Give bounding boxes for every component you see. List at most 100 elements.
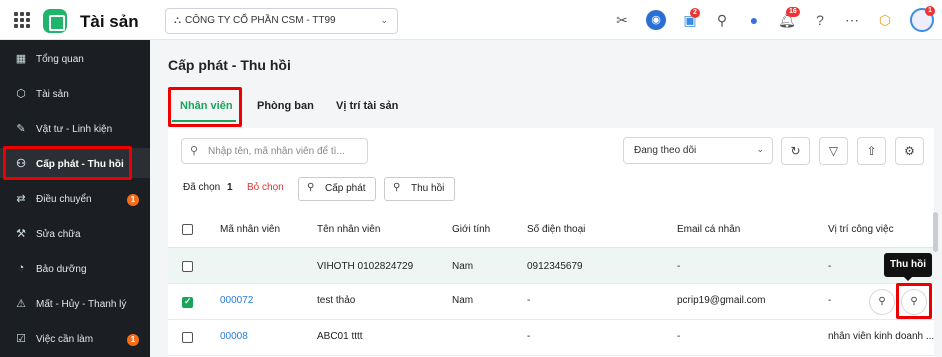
row-checkbox[interactable] (182, 332, 193, 343)
org-icon: ⛬ (174, 15, 181, 26)
sidebar-item-assets[interactable]: ⬡ Tài sản (0, 78, 150, 108)
search-placeholder: Nhập tên, mã nhân viên để tì... (208, 146, 345, 157)
sidebar-item-label: Mất - Hủy - Thanh lý (36, 299, 127, 310)
table-row[interactable]: VIHOTH 0102824729 Nam 0912345679 - - (168, 248, 934, 284)
employee-name: test thảo (317, 295, 356, 306)
column-header[interactable]: Vị trí công việc (828, 224, 894, 235)
select-all-checkbox[interactable] (182, 224, 193, 235)
employee-position: nhân viên kinh doanh ... (828, 331, 935, 342)
sidebar-item-loss[interactable]: ⚠ Mất - Hủy - Thanh lý (0, 288, 150, 318)
employee-code[interactable]: 000072 (220, 295, 253, 306)
recall-tooltip: Thu hồi (884, 253, 932, 281)
row-checkbox[interactable] (182, 296, 193, 308)
settings-button[interactable]: ⚙ (895, 137, 924, 165)
top-bar: Tài sản ⛬ CÔNG TY CỔ PHẦN CSM - TT99 ⌄ ✂ … (0, 0, 942, 40)
bot-icon[interactable]: ◉ (646, 10, 666, 30)
employee-position: - (828, 295, 832, 306)
sidebar-item-maintenance[interactable]: ◔ Bảo dưỡng (0, 253, 150, 283)
gear-icon: ⚙ (904, 144, 915, 158)
chat-icon[interactable]: ● (744, 10, 764, 30)
sidebar-item-transfer[interactable]: ⇄ Điều chuyển 1 (0, 183, 150, 213)
allocate-button[interactable]: ⚲ Cấp phát (298, 177, 376, 201)
gauge-icon: ◔ (17, 262, 25, 274)
refresh-button[interactable]: ↻ (781, 137, 810, 165)
column-header[interactable]: Số điện thoại (527, 224, 585, 235)
table-row[interactable]: 00008 ABC01 tttt - - nhân viên kinh doan… (168, 320, 934, 356)
swap-icon: ⇄ (16, 193, 26, 205)
page-title: Cấp phát - Thu hồi (168, 57, 291, 73)
user-out-icon: ⚲ (307, 182, 315, 193)
column-header[interactable]: Email cá nhân (677, 224, 740, 235)
sidebar-item-label: Bảo dưỡng (36, 264, 87, 275)
box-icon: ⬡ (16, 88, 26, 100)
clear-selection-link[interactable]: Bỏ chọn (247, 182, 284, 193)
allocate-row-button[interactable]: ⚲ (869, 289, 895, 315)
count-badge: 1 (127, 194, 139, 206)
recall-label: Thu hồi (411, 183, 445, 194)
row-checkbox[interactable] (182, 261, 193, 272)
selected-count: 1 (227, 182, 233, 193)
sidebar-item-label: Việc cần làm (36, 334, 94, 345)
refresh-icon: ↻ (790, 144, 801, 158)
tools-icon[interactable]: ✂ (612, 10, 632, 30)
add-user-icon[interactable]: ⚲ (712, 10, 732, 30)
app-logo (43, 9, 67, 33)
avatar-badge: 1 (925, 6, 935, 16)
app-grid-icon[interactable] (14, 12, 30, 28)
highlight-box (168, 87, 242, 127)
chevron-down-icon: ⌄ (380, 15, 388, 25)
wrench-icon: ✎ (16, 123, 26, 135)
employee-position: - (828, 261, 832, 272)
employee-name: VIHOTH 0102824729 (317, 261, 414, 272)
employee-gender: Nam (452, 295, 474, 306)
recall-button[interactable]: ⚲ Thu hồi (384, 177, 455, 201)
help-icon[interactable]: ? (810, 10, 830, 30)
employee-email: - (677, 331, 681, 342)
sidebar-item-todo[interactable]: ☑ Việc cần làm 1 (0, 323, 150, 353)
employee-code[interactable]: 00008 (220, 331, 248, 342)
search-icon: ⚲ (190, 145, 199, 157)
highlight-box (896, 283, 932, 319)
sidebar-item-supplies[interactable]: ✎ Vật tư - Linh kiện (0, 113, 150, 143)
tab-departments[interactable]: Phòng ban (257, 100, 314, 112)
badge-icon[interactable]: ⬡ (875, 10, 895, 30)
user-out-icon: ⚲ (878, 296, 886, 307)
chevron-down-icon: ⌄ (756, 144, 764, 154)
company-name: CÔNG TY CỔ PHẦN CSM - TT99 (185, 15, 336, 26)
employee-gender: Nam (452, 261, 474, 272)
employee-phone: - (527, 295, 531, 306)
cart-badge: 2 (690, 8, 700, 18)
sidebar-item-overview[interactable]: ▦ Tổng quan (0, 43, 150, 73)
employee-phone: 0912345679 (527, 261, 583, 272)
sidebar-item-label: Tài sản (36, 89, 69, 100)
column-header[interactable]: Mã nhân viên (220, 224, 280, 235)
count-badge: 1 (127, 334, 139, 346)
employee-email: - (677, 261, 681, 272)
filter-button[interactable]: ▽ (819, 137, 848, 165)
more-icon[interactable]: ⋯ (842, 10, 862, 30)
sidebar: ▦ Tổng quan ⬡ Tài sản ✎ Vật tư - Linh kiện … (0, 40, 150, 357)
warning-icon: ⚠ (16, 298, 26, 310)
sidebar-item-label: Vật tư - Linh kiện (36, 124, 113, 135)
table-row[interactable]: 000072 test thảo Nam - pcrip19@gmail.com… (168, 284, 934, 320)
table-header: Mã nhân viên Tên nhân viên Giới tính Số … (168, 212, 934, 248)
employee-email: pcrip19@gmail.com (677, 295, 766, 306)
sidebar-item-repair[interactable]: ⚒ Sửa chữa (0, 218, 150, 248)
tab-asset-locations[interactable]: Vị trí tài sản (336, 100, 398, 112)
sidebar-item-label: Tổng quan (36, 54, 84, 65)
table-scrollbar[interactable] (933, 212, 938, 252)
allocate-label: Cấp phát (325, 183, 366, 194)
user-in-icon: ⚲ (393, 182, 401, 193)
bell-badge: 16 (786, 7, 800, 17)
company-select[interactable]: ⛬ CÔNG TY CỔ PHẦN CSM - TT99 ⌄ (165, 8, 398, 34)
selected-label: Đã chọn (183, 182, 221, 193)
search-input[interactable]: ⚲ Nhập tên, mã nhân viên để tì... (181, 138, 368, 164)
column-header[interactable]: Tên nhân viên (317, 224, 380, 235)
employee-phone: - (527, 331, 531, 342)
status-select[interactable]: Đang theo dõi ⌄ (623, 137, 773, 164)
column-header[interactable]: Giới tính (452, 224, 490, 235)
filter-icon: ▽ (828, 144, 839, 158)
upload-icon: ⇧ (866, 144, 877, 158)
export-button[interactable]: ⇧ (857, 137, 886, 165)
checklist-icon: ☑ (16, 333, 26, 345)
